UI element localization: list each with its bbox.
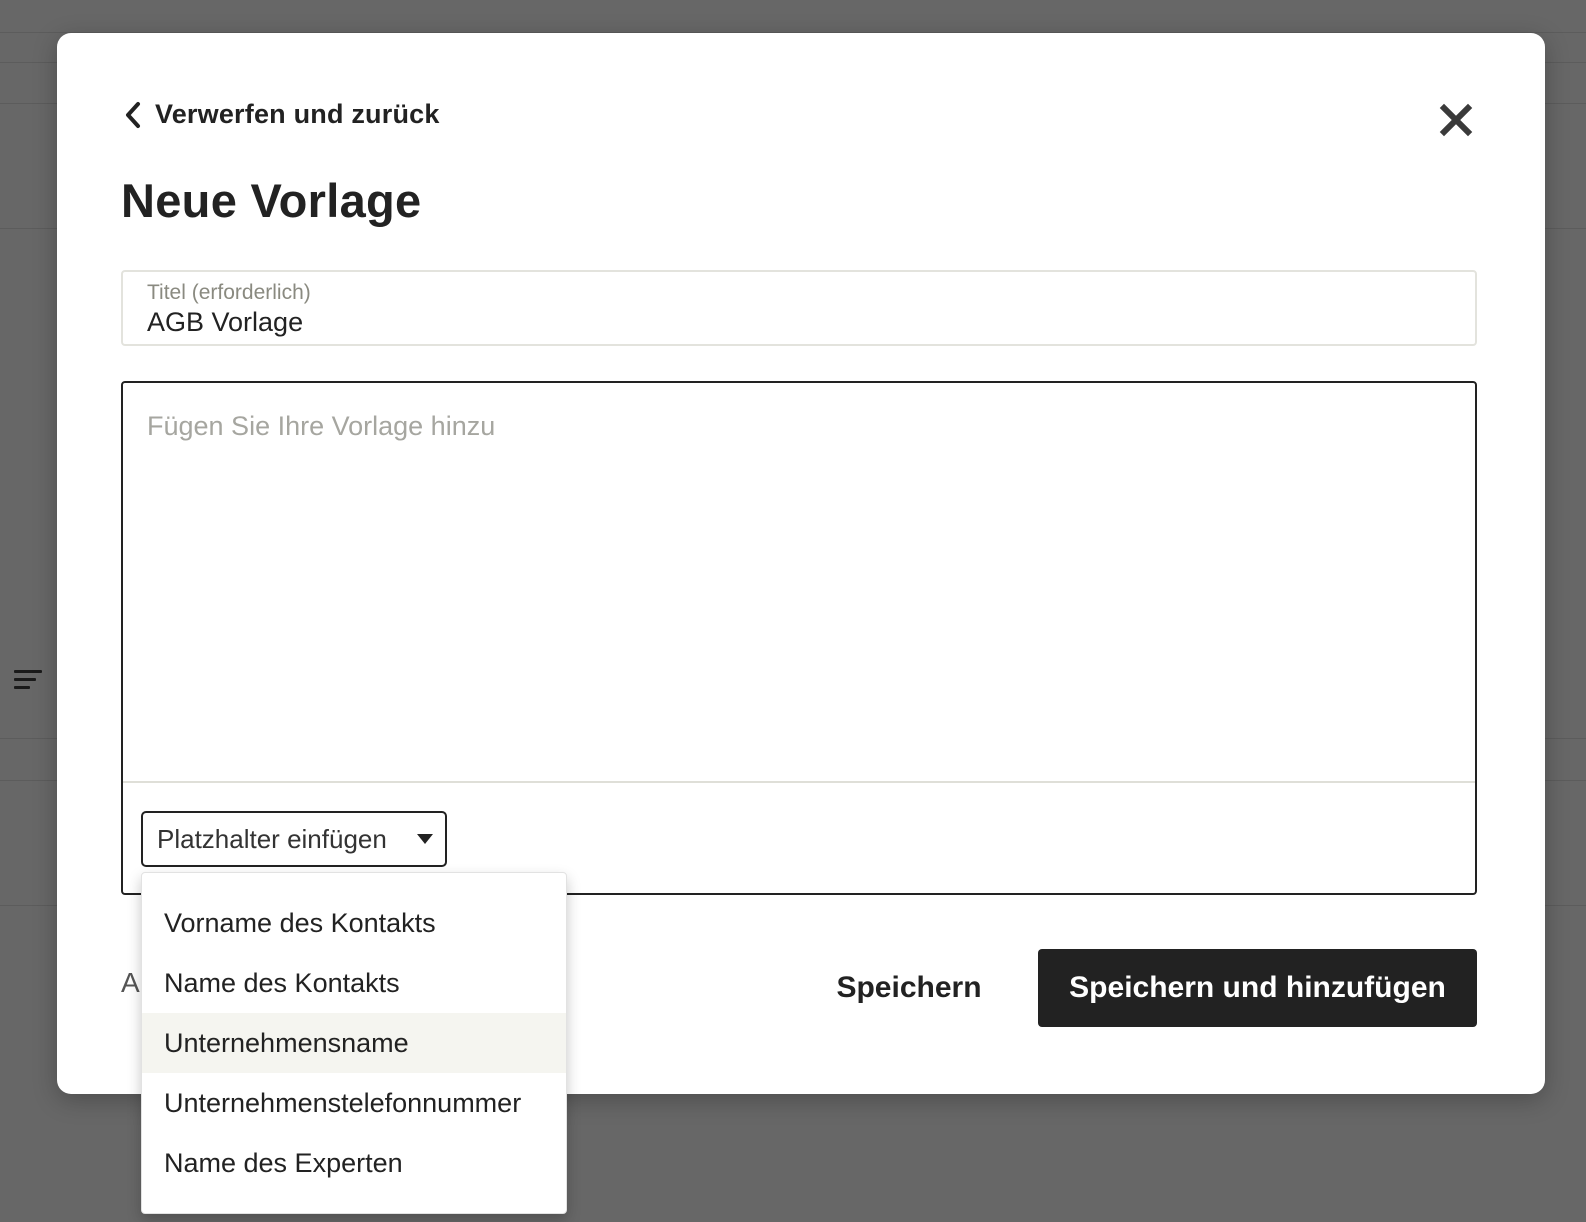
caret-down-icon (417, 834, 433, 844)
dialog-title: Neue Vorlage (121, 174, 422, 227)
close-icon (1439, 103, 1473, 137)
editor-toolbar-divider (123, 781, 1475, 783)
save-button[interactable]: Speichern (829, 948, 989, 1028)
discard-and-back-link[interactable]: Verwerfen und zurück (123, 99, 440, 130)
insert-placeholder-dropdown[interactable]: Platzhalter einfügen (141, 811, 447, 867)
template-editor: Platzhalter einfügen (121, 381, 1477, 895)
title-field[interactable]: Titel (erforderlich) (121, 270, 1477, 346)
dropdown-option-contact-first-name[interactable]: Vorname des Kontakts (142, 893, 566, 953)
dropdown-option-company-phone[interactable]: Unternehmenstelefonnummer (142, 1073, 566, 1133)
chevron-left-icon (126, 101, 140, 128)
dropdown-option-contact-name[interactable]: Name des Kontakts (142, 953, 566, 1013)
back-link-label: Verwerfen und zurück (155, 99, 440, 129)
title-field-label: Titel (erforderlich) (147, 281, 311, 304)
dropdown-option-company-name[interactable]: Unternehmensname (142, 1013, 566, 1073)
insert-placeholder-label: Platzhalter einfügen (157, 823, 387, 854)
title-input[interactable] (147, 307, 1447, 338)
template-body-textarea[interactable] (123, 383, 1475, 781)
close-button[interactable] (1439, 103, 1473, 137)
placeholder-dropdown-menu: Vorname des Kontakts Name des Kontakts U… (141, 872, 567, 1214)
footer-hint-text: A (121, 967, 140, 998)
dropdown-option-expert-name[interactable]: Name des Experten (142, 1133, 566, 1193)
save-and-add-button[interactable]: Speichern und hinzufügen (1038, 949, 1477, 1027)
menu-lines-icon (14, 670, 42, 692)
